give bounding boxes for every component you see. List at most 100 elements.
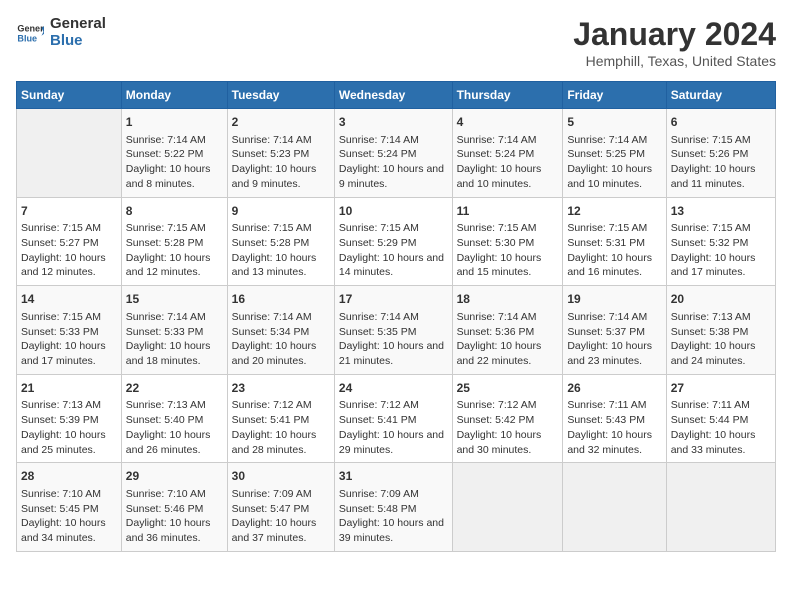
week-row-1: 1Sunrise: 7:14 AMSunset: 5:22 PMDaylight… (17, 109, 776, 198)
calendar-cell: 7Sunrise: 7:15 AMSunset: 5:27 PMDaylight… (17, 197, 122, 286)
calendar-cell (17, 109, 122, 198)
calendar-cell: 13Sunrise: 7:15 AMSunset: 5:32 PMDayligh… (666, 197, 775, 286)
sunset-text: Sunset: 5:23 PM (232, 147, 330, 162)
sunrise-text: Sunrise: 7:15 AM (671, 133, 771, 148)
logo-icon: General Blue (16, 19, 44, 47)
week-row-3: 14Sunrise: 7:15 AMSunset: 5:33 PMDayligh… (17, 286, 776, 375)
calendar-cell: 12Sunrise: 7:15 AMSunset: 5:31 PMDayligh… (563, 197, 666, 286)
sunrise-text: Sunrise: 7:10 AM (126, 487, 223, 502)
sunrise-text: Sunrise: 7:15 AM (232, 221, 330, 236)
sunrise-text: Sunrise: 7:15 AM (21, 310, 117, 325)
day-number: 20 (671, 291, 771, 308)
sunrise-text: Sunrise: 7:14 AM (339, 133, 448, 148)
calendar-cell: 4 Sunrise: 7:14 AMSunset: 5:24 PMDaylight… (452, 109, 563, 198)
calendar-cell: 16Sunrise: 7:14 AMSunset: 5:34 PMDayligh… (227, 286, 334, 375)
daylight-text: Daylight: 10 hours and 16 minutes. (567, 251, 661, 280)
daylight-text: Daylight: 10 hours and 17 minutes. (21, 339, 117, 368)
sunrise-text: Sunrise: 7:15 AM (671, 221, 771, 236)
day-number: 28 (21, 468, 117, 485)
sunset-text: Sunset: 5:22 PM (126, 147, 223, 162)
week-row-5: 28Sunrise: 7:10 AMSunset: 5:45 PMDayligh… (17, 463, 776, 552)
day-number: 18 (457, 291, 559, 308)
day-number: 6 (671, 114, 771, 131)
logo: General Blue General Blue (16, 16, 106, 49)
sunset-text: Sunset: 5:37 PM (567, 325, 661, 340)
calendar-cell: 15Sunrise: 7:14 AMSunset: 5:33 PMDayligh… (121, 286, 227, 375)
calendar-cell (563, 463, 666, 552)
calendar-cell: 27Sunrise: 7:11 AMSunset: 5:44 PMDayligh… (666, 374, 775, 463)
daylight-text: Daylight: 10 hours and 9 minutes. (232, 162, 330, 191)
calendar-cell: 21Sunrise: 7:13 AMSunset: 5:39 PMDayligh… (17, 374, 122, 463)
sunrise-text: Sunrise: 7:15 AM (339, 221, 448, 236)
calendar-cell: 20Sunrise: 7:13 AMSunset: 5:38 PMDayligh… (666, 286, 775, 375)
calendar-cell: 24Sunrise: 7:12 AMSunset: 5:41 PMDayligh… (334, 374, 452, 463)
sunset-text: Sunset: 5:41 PM (339, 413, 448, 428)
day-number: 19 (567, 291, 661, 308)
svg-text:General: General (17, 23, 44, 33)
header-cell-thursday: Thursday (452, 82, 563, 109)
day-number: 7 (21, 203, 117, 220)
sunset-text: Sunset: 5:39 PM (21, 413, 117, 428)
calendar-cell: 28Sunrise: 7:10 AMSunset: 5:45 PMDayligh… (17, 463, 122, 552)
day-number: 4 (457, 114, 559, 131)
sunset-text: Sunset: 5:47 PM (232, 502, 330, 517)
sunrise-text: Sunrise: 7:14 AM (126, 133, 223, 148)
sunrise-text: Sunrise: 7:11 AM (567, 398, 661, 413)
week-row-2: 7Sunrise: 7:15 AMSunset: 5:27 PMDaylight… (17, 197, 776, 286)
day-number: 29 (126, 468, 223, 485)
daylight-text: Daylight: 10 hours and 15 minutes. (457, 251, 559, 280)
calendar-cell: 5Sunrise: 7:14 AMSunset: 5:25 PMDaylight… (563, 109, 666, 198)
header-cell-sunday: Sunday (17, 82, 122, 109)
header-cell-wednesday: Wednesday (334, 82, 452, 109)
daylight-text: Daylight: 10 hours and 17 minutes. (671, 251, 771, 280)
day-number: 24 (339, 380, 448, 397)
calendar-cell: 19Sunrise: 7:14 AMSunset: 5:37 PMDayligh… (563, 286, 666, 375)
day-number: 8 (126, 203, 223, 220)
sunset-text: Sunset: 5:41 PM (232, 413, 330, 428)
page-title: January 2024 (573, 16, 776, 53)
header-cell-monday: Monday (121, 82, 227, 109)
sunrise-text: Sunrise: 7:15 AM (567, 221, 661, 236)
logo-blue: Blue (50, 33, 106, 50)
daylight-text: Daylight: 10 hours and 21 minutes. (339, 339, 448, 368)
daylight-text: Daylight: 10 hours and 29 minutes. (339, 428, 448, 457)
sunrise-text: Sunrise: 7:14 AM (457, 133, 559, 148)
day-number: 3 (339, 114, 448, 131)
sunrise-text: Sunrise: 7:14 AM (232, 133, 330, 148)
sunrise-text: Sunrise: 7:13 AM (671, 310, 771, 325)
day-number: 21 (21, 380, 117, 397)
day-number: 26 (567, 380, 661, 397)
daylight-text: Daylight: 10 hours and 13 minutes. (232, 251, 330, 280)
day-number: 9 (232, 203, 330, 220)
header-cell-saturday: Saturday (666, 82, 775, 109)
page-subtitle: Hemphill, Texas, United States (573, 53, 776, 69)
day-number: 17 (339, 291, 448, 308)
calendar-cell: 29Sunrise: 7:10 AMSunset: 5:46 PMDayligh… (121, 463, 227, 552)
daylight-text: Daylight: 10 hours and 28 minutes. (232, 428, 330, 457)
sunset-text: Sunset: 5:48 PM (339, 502, 448, 517)
daylight-text: Daylight: 10 hours and 8 minutes. (126, 162, 223, 191)
daylight-text: Daylight: 10 hours and 12 minutes. (21, 251, 117, 280)
daylight-text: Daylight: 10 hours and 11 minutes. (671, 162, 771, 191)
daylight-text: Daylight: 10 hours and 24 minutes. (671, 339, 771, 368)
sunrise-text: Sunrise: 7:11 AM (671, 398, 771, 413)
sunrise-text: Sunrise: 7:13 AM (21, 398, 117, 413)
calendar-cell: 26Sunrise: 7:11 AMSunset: 5:43 PMDayligh… (563, 374, 666, 463)
calendar-table: SundayMondayTuesdayWednesdayThursdayFrid… (16, 81, 776, 552)
header-cell-friday: Friday (563, 82, 666, 109)
sunset-text: Sunset: 5:28 PM (232, 236, 330, 251)
sunrise-text: Sunrise: 7:14 AM (232, 310, 330, 325)
daylight-text: Daylight: 10 hours and 36 minutes. (126, 516, 223, 545)
calendar-cell: 11Sunrise: 7:15 AMSunset: 5:30 PMDayligh… (452, 197, 563, 286)
daylight-text: Daylight: 10 hours and 10 minutes. (457, 162, 559, 191)
daylight-text: Daylight: 10 hours and 33 minutes. (671, 428, 771, 457)
sunset-text: Sunset: 5:24 PM (457, 147, 559, 162)
calendar-cell (666, 463, 775, 552)
daylight-text: Daylight: 10 hours and 12 minutes. (126, 251, 223, 280)
sunset-text: Sunset: 5:33 PM (126, 325, 223, 340)
sunset-text: Sunset: 5:25 PM (567, 147, 661, 162)
day-number: 27 (671, 380, 771, 397)
day-number: 5 (567, 114, 661, 131)
sunset-text: Sunset: 5:34 PM (232, 325, 330, 340)
sunset-text: Sunset: 5:28 PM (126, 236, 223, 251)
